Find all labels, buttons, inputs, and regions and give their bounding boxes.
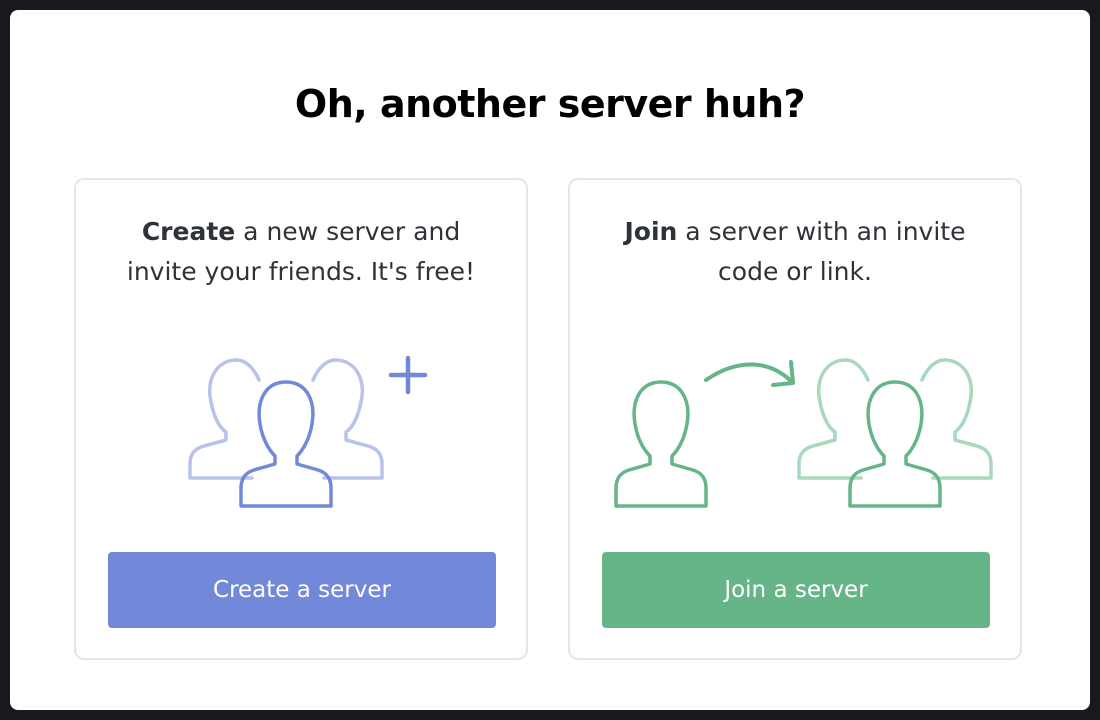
add-server-modal: Oh, another server huh? Create a new ser… [10, 10, 1090, 710]
people-join-icon [614, 358, 993, 508]
join-description-line1: a server with an invite [677, 217, 966, 246]
join-emphasis: Join [624, 217, 678, 246]
modal-title: Oh, another server huh? [294, 82, 806, 126]
create-description-line2: invite your friends. It's free! [126, 257, 476, 286]
create-server-button[interactable]: Create a server [108, 552, 496, 628]
single-person-icon [614, 380, 708, 508]
arrow-icon [704, 360, 795, 387]
group-back-right-person-icon [920, 358, 993, 480]
create-emphasis: Create [141, 217, 236, 246]
people-add-icon [188, 355, 428, 508]
back-left-person-icon [188, 358, 254, 480]
join-server-button[interactable]: Join a server [602, 552, 990, 628]
join-server-card: Join a server with an invite code or lin… [568, 178, 1022, 660]
join-server-description: Join a server with an invite code or lin… [590, 212, 1000, 292]
create-description-line1: a new server and [235, 217, 461, 246]
group-back-left-person-icon [797, 358, 870, 480]
join-description-line2: code or link. [718, 257, 872, 286]
front-person-icon [239, 380, 333, 508]
group-front-person-icon [848, 380, 942, 508]
create-server-description: Create a new server and invite your frie… [96, 212, 506, 292]
plus-icon [388, 355, 428, 395]
create-server-card: Create a new server and invite your frie… [74, 178, 528, 660]
